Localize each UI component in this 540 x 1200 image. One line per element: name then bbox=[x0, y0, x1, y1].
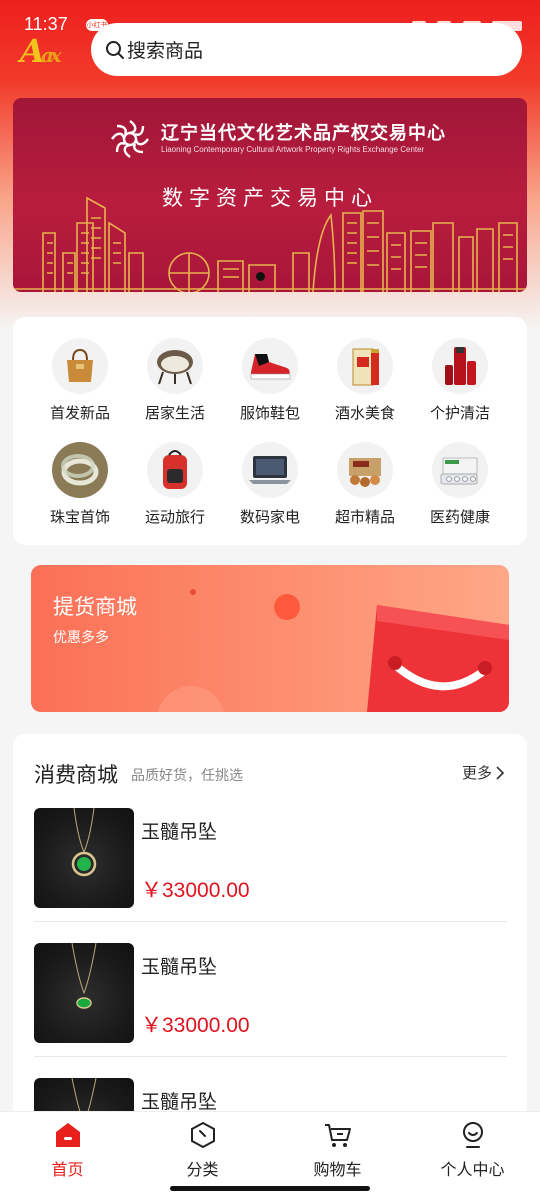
search-icon bbox=[106, 40, 124, 59]
home-indicator bbox=[170, 1186, 370, 1191]
section-subtitle: 品质好货，任挑选 bbox=[131, 768, 243, 784]
category-medicine[interactable]: 医药健康 bbox=[412, 442, 508, 542]
product-name: 玉髓吊坠 bbox=[141, 1091, 218, 1113]
logo-suffix: ax bbox=[40, 43, 62, 67]
category-label: 居家生活 bbox=[144, 404, 205, 422]
category-digital-appliance[interactable]: 数码家电 bbox=[222, 442, 318, 542]
promo-subtitle: 优惠多多 bbox=[53, 630, 109, 646]
consumer-mall-section: 消费商城 品质好货，任挑选 更多 玉髓吊坠 ￥33000.00 玉髓吊坠 ￥33… bbox=[13, 734, 527, 1134]
city-skyline-illustration bbox=[13, 196, 527, 292]
divider bbox=[34, 1056, 507, 1057]
pickup-mall-banner[interactable]: 提货商城 优惠多多 bbox=[31, 565, 509, 712]
snack-icon bbox=[337, 442, 393, 498]
category-jewelry[interactable]: 珠宝首饰 bbox=[32, 442, 128, 542]
category-liquor-food[interactable]: 酒水美食 bbox=[317, 338, 413, 438]
product-price: ￥33000.00 bbox=[141, 1014, 250, 1037]
more-link[interactable]: 更多 bbox=[462, 762, 505, 783]
tab-label: 首页 bbox=[51, 1160, 84, 1179]
chevron-right-icon bbox=[496, 765, 505, 780]
product-image bbox=[34, 943, 134, 1043]
product-price: ￥33000.00 bbox=[141, 879, 250, 902]
bangle-icon bbox=[52, 442, 108, 498]
banner-title: 辽宁当代文化艺术品产权交易中心 bbox=[161, 123, 446, 144]
product-image bbox=[34, 808, 134, 908]
product-name: 玉髓吊坠 bbox=[141, 821, 218, 843]
exchange-emblem-icon bbox=[111, 120, 149, 158]
medicine-icon bbox=[432, 442, 488, 498]
search-bar[interactable]: 搜索商品 bbox=[91, 23, 522, 76]
profile-icon bbox=[462, 1122, 483, 1148]
category-new-arrivals[interactable]: 首发新品 bbox=[32, 338, 128, 438]
tab-profile[interactable]: 个人中心 bbox=[405, 1112, 540, 1200]
product-card[interactable]: 玉髓吊坠 ￥33000.00 bbox=[34, 808, 507, 930]
skincare-icon bbox=[432, 338, 488, 394]
tab-label: 购物车 bbox=[313, 1160, 362, 1179]
promo-title: 提货商城 bbox=[53, 595, 137, 619]
category-personal-care[interactable]: 个护清洁 bbox=[412, 338, 508, 438]
category-icon bbox=[190, 1121, 215, 1149]
home-icon bbox=[55, 1123, 80, 1147]
product-card[interactable]: 玉髓吊坠 ￥33000.00 bbox=[34, 943, 507, 1065]
tab-home[interactable]: 首页 bbox=[0, 1112, 135, 1200]
category-label: 服饰鞋包 bbox=[239, 404, 300, 422]
section-title: 消费商城 bbox=[34, 763, 118, 787]
category-label: 酒水美食 bbox=[334, 404, 395, 422]
backpack-icon bbox=[147, 442, 203, 498]
category-label: 医药健康 bbox=[429, 508, 490, 526]
banner-carousel[interactable]: 辽宁当代文化艺术品产权交易中心 Liaoning Contemporary Cu… bbox=[13, 98, 527, 292]
logo-letter: A bbox=[20, 32, 45, 70]
product-name: 玉髓吊坠 bbox=[141, 956, 218, 978]
liquor-icon bbox=[337, 338, 393, 394]
category-label: 个护清洁 bbox=[429, 404, 490, 422]
banner-subtitle: Liaoning Contemporary Cultural Artwork P… bbox=[161, 145, 425, 154]
category-apparel[interactable]: 服饰鞋包 bbox=[222, 338, 318, 438]
app-logo[interactable]: Aax bbox=[20, 32, 84, 72]
category-grid: 首发新品 居家生活 服饰鞋包 酒水美食 个护清洁 珠宝首饰 运动旅行 数码家电 … bbox=[13, 317, 527, 545]
category-label: 首发新品 bbox=[49, 404, 110, 422]
category-home-living[interactable]: 居家生活 bbox=[127, 338, 223, 438]
handbag-icon bbox=[52, 338, 108, 394]
search-placeholder: 搜索商品 bbox=[127, 40, 204, 62]
chair-icon bbox=[147, 338, 203, 394]
divider bbox=[34, 921, 507, 922]
category-label: 珠宝首饰 bbox=[49, 508, 110, 526]
category-supermarket[interactable]: 超市精品 bbox=[317, 442, 413, 542]
category-label: 运动旅行 bbox=[144, 508, 205, 526]
cart-icon bbox=[324, 1124, 351, 1147]
tab-label: 分类 bbox=[186, 1160, 219, 1179]
category-label: 超市精品 bbox=[334, 508, 395, 526]
carousel-indicator[interactable] bbox=[256, 272, 265, 281]
sneaker-icon bbox=[242, 338, 298, 394]
more-label: 更多 bbox=[461, 764, 492, 782]
laptop-icon bbox=[242, 442, 298, 498]
category-label: 数码家电 bbox=[239, 508, 300, 526]
category-sports-travel[interactable]: 运动旅行 bbox=[127, 442, 223, 542]
tab-label: 个人中心 bbox=[440, 1160, 505, 1179]
